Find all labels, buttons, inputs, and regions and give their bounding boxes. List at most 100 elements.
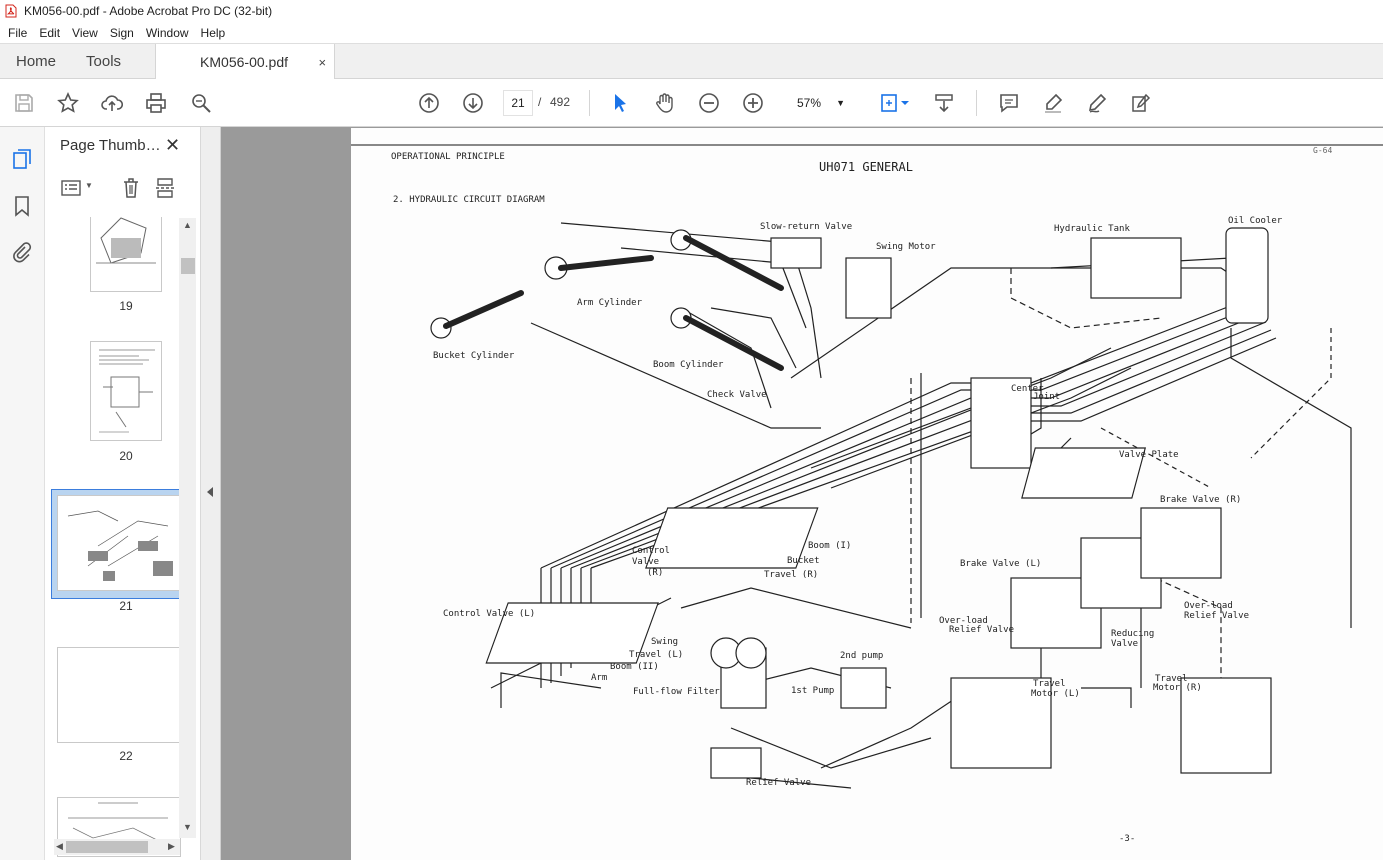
page-separator: / xyxy=(538,95,542,109)
menu-view[interactable]: View xyxy=(66,26,104,40)
select-cursor-icon[interactable] xyxy=(608,91,632,115)
label-check-valve: Check Valve xyxy=(707,390,767,400)
thumbnail-tools: ▼ xyxy=(59,175,189,203)
fit-page-icon[interactable] xyxy=(877,91,901,115)
thumbnail-preview-image xyxy=(96,217,156,264)
label-travel-motor-l: Travel xyxy=(1033,679,1066,689)
edit-pdf-icon[interactable] xyxy=(1129,91,1153,115)
label-travel-motor-l: Motor (L) xyxy=(1031,689,1080,699)
acrobat-pdf-icon xyxy=(5,4,17,18)
fit-dropdown-chevron-icon[interactable] xyxy=(899,91,911,115)
label-swing-motor: Swing Motor xyxy=(876,242,936,252)
label-arm-cylinder: Arm Cylinder xyxy=(577,298,643,308)
tab-document[interactable]: KM056-00.pdf × xyxy=(155,44,336,80)
page-number-input[interactable]: 21 xyxy=(503,90,533,116)
menu-sign[interactable]: Sign xyxy=(104,26,140,40)
collapse-arrow-icon[interactable] xyxy=(207,487,213,497)
label-boom-1: Boom (I) xyxy=(808,541,852,551)
tab-document-label: KM056-00.pdf xyxy=(200,54,288,70)
thumbnail-vertical-scrollbar[interactable]: ▲ ▼ xyxy=(179,218,196,838)
thumbnail-label: 22 xyxy=(119,749,133,763)
menu-bar: File Edit View Sign Window Help xyxy=(0,22,1383,43)
zoom-select[interactable]: 57% ▼ xyxy=(787,90,855,116)
thumbnail-label: 20 xyxy=(119,449,133,463)
label-bucket-cylinder: Bucket Cylinder xyxy=(433,351,515,361)
label-swing: Swing xyxy=(651,637,679,647)
label-slow-return-valve: Slow-return Valve xyxy=(760,222,853,232)
insert-page-icon[interactable] xyxy=(155,177,177,199)
draw-sign-icon[interactable] xyxy=(1085,91,1109,115)
scrolling-mode-icon[interactable] xyxy=(932,91,956,115)
label-reducing-valve: Reducing xyxy=(1111,629,1155,639)
left-navigation-rail xyxy=(0,127,45,860)
label-control-valve-r: Valve xyxy=(632,557,660,567)
hand-tool-icon[interactable] xyxy=(653,91,677,115)
label-bucket: Bucket xyxy=(787,556,820,566)
menu-help[interactable]: Help xyxy=(195,26,232,40)
main-toolbar xyxy=(0,79,1383,127)
zoom-out-icon[interactable] xyxy=(697,91,721,115)
previous-page-icon[interactable] xyxy=(417,91,441,115)
scroll-up-chevron-icon[interactable]: ▲ xyxy=(183,220,192,230)
thumbnail-page[interactable] xyxy=(57,495,181,591)
zoom-value: 57% xyxy=(797,96,822,110)
zoom-dropdown-chevron-icon: ▼ xyxy=(836,98,845,108)
menu-file[interactable]: File xyxy=(2,26,33,40)
tab-home[interactable]: Home xyxy=(0,44,72,79)
label-hydraulic-tank: Hydraulic Tank xyxy=(1054,224,1130,234)
window-title: KM056-00.pdf - Adobe Acrobat Pro DC (32-… xyxy=(24,4,273,18)
label-reducing-valve: Valve xyxy=(1111,639,1139,649)
label-boom-2: Boom (II) xyxy=(610,662,659,672)
label-1st-pump: 1st Pump xyxy=(791,686,835,696)
bookmarks-icon[interactable] xyxy=(11,195,33,217)
window-titlebar: KM056-00.pdf - Adobe Acrobat Pro DC (32-… xyxy=(0,0,1383,22)
label-travel-motor-r: Motor (R) xyxy=(1153,683,1202,693)
delete-trash-icon[interactable] xyxy=(121,177,141,199)
scroll-left-chevron-icon[interactable]: ◀ xyxy=(56,841,63,852)
label-control-valve-r: (R) xyxy=(647,568,664,578)
save-icon[interactable] xyxy=(12,91,36,115)
toolbar-divider xyxy=(589,90,590,116)
label-full-flow-filter: Full-flow Filter xyxy=(633,687,720,697)
label-brake-valve-r: Brake Valve (R) xyxy=(1160,495,1242,505)
horizontal-scroll-thumb[interactable] xyxy=(66,841,148,853)
label-overload-relief-r: Relief Valve xyxy=(1184,611,1250,621)
label-oil-cooler: Oil Cooler xyxy=(1228,216,1283,226)
vertical-scroll-thumb[interactable] xyxy=(181,258,195,274)
thumbnail-page[interactable] xyxy=(90,217,162,292)
label-boom-cylinder: Boom Cylinder xyxy=(653,360,724,370)
tab-close-icon[interactable]: × xyxy=(318,55,326,70)
bookmark-star-icon[interactable] xyxy=(56,91,80,115)
options-chevron-icon[interactable]: ▼ xyxy=(85,181,93,190)
tab-tools[interactable]: Tools xyxy=(72,44,135,79)
label-2nd-pump: 2nd pump xyxy=(840,651,884,661)
label-control-valve-l: Control Valve (L) xyxy=(443,609,536,619)
print-icon[interactable] xyxy=(144,91,168,115)
next-page-icon[interactable] xyxy=(461,91,485,115)
pdf-page: OPERATIONAL PRINCIPLE G-64 UH071 GENERAL… xyxy=(350,128,1383,860)
comment-icon[interactable] xyxy=(997,91,1021,115)
scroll-down-chevron-icon[interactable]: ▼ xyxy=(183,822,192,832)
panel-close-icon[interactable]: ✕ xyxy=(165,135,180,156)
label-brake-valve-l: Brake Valve (L) xyxy=(960,559,1042,569)
highlight-pen-icon[interactable] xyxy=(1041,91,1065,115)
attachments-paperclip-icon[interactable] xyxy=(11,241,33,263)
thumbnail-label: 21 xyxy=(119,599,133,613)
upload-cloud-icon[interactable] xyxy=(100,91,124,115)
thumbnail-options-icon[interactable] xyxy=(61,179,83,197)
hydraulic-circuit-diagram xyxy=(430,222,1352,789)
label-travel-l: Travel (L) xyxy=(629,650,684,660)
thumbnail-page[interactable] xyxy=(57,647,181,743)
toolbar-divider xyxy=(976,90,977,116)
label-relief-valve: Relief Valve xyxy=(746,778,812,788)
menu-edit[interactable]: Edit xyxy=(33,26,66,40)
thumbnail-preview-image xyxy=(67,510,173,581)
page-thumbnails-icon[interactable] xyxy=(11,148,33,170)
label-control-valve-r: Control xyxy=(632,546,670,556)
thumbnail-list: 19 20 21 22 xyxy=(45,217,181,857)
zoom-in-icon[interactable] xyxy=(741,91,765,115)
thumbnail-page[interactable] xyxy=(90,341,162,441)
scroll-right-chevron-icon[interactable]: ▶ xyxy=(168,841,175,852)
search-zoom-icon[interactable] xyxy=(189,91,213,115)
menu-window[interactable]: Window xyxy=(140,26,195,40)
